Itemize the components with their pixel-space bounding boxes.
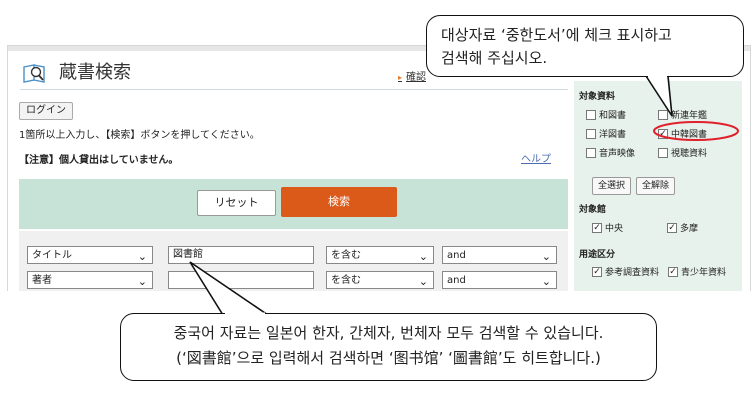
pointer-joins (225, 74, 667, 316)
